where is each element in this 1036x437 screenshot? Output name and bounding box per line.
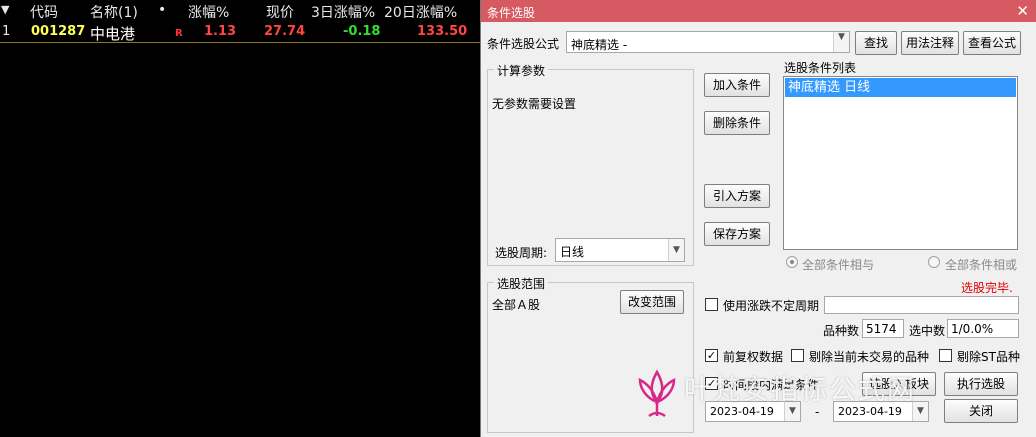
radio-or[interactable] <box>928 256 940 268</box>
radio-or-label: 全部条件相或 <box>945 258 1018 272</box>
change-range-button[interactable]: 改变范围 <box>620 290 684 314</box>
chevron-down-icon[interactable]: ▼ <box>668 239 684 261</box>
execute-button[interactable]: 执行选股 <box>944 372 1018 396</box>
status-text: 选股完毕. <box>961 281 1013 295</box>
range-group: 选股范围 全部Ａ股 改变范围 <box>487 275 694 433</box>
close-icon[interactable]: ✕ <box>1016 2 1029 20</box>
row-tag: R <box>175 28 183 39</box>
cycle-field[interactable] <box>824 296 1019 314</box>
params-group-title: 计算参数 <box>494 62 549 79</box>
range-group-title: 选股范围 <box>494 275 549 292</box>
row-divider <box>0 42 480 43</box>
header-change-3d[interactable]: 3日涨幅% <box>311 2 375 22</box>
selected-label: 选中数 <box>909 324 946 338</box>
find-button[interactable]: 查找 <box>855 31 897 55</box>
date-to-picker[interactable]: 2023-04-19 ▼ <box>833 401 929 422</box>
dialog-title: 条件选股 <box>487 6 536 20</box>
use-cycle-checkbox[interactable] <box>705 298 718 311</box>
range-value: 全部Ａ股 <box>492 298 541 312</box>
period-value: 日线 <box>560 245 585 259</box>
row-name: 中电港 <box>90 25 136 43</box>
to-block-button[interactable]: 选股入板块 <box>862 372 936 396</box>
date-from-value: 2023-04-19 <box>710 405 774 418</box>
row-code: 001287 <box>31 24 86 39</box>
chevron-down-icon[interactable]: ▼ <box>784 402 800 421</box>
header-price[interactable]: 现价 <box>266 2 294 22</box>
row-price: 27.74 <box>264 24 306 39</box>
view-formula-button[interactable]: 查看公式 <box>963 31 1021 55</box>
exclude-untraded-checkbox[interactable] <box>791 349 804 362</box>
time-range-checkbox[interactable]: ✓ <box>705 377 718 390</box>
use-cycle-label: 使用涨跌不定周期 <box>723 299 820 313</box>
formula-select[interactable]: 神底精选 - ▼ <box>566 31 850 53</box>
date-separator: - <box>815 405 820 419</box>
stock-grid: ▼ 代码 名称(1) • 涨幅% 现价 3日涨幅% 20日涨幅% 1 00128… <box>0 0 480 437</box>
header-dot: • <box>158 2 167 18</box>
chevron-down-icon[interactable]: ▼ <box>833 32 849 52</box>
list-item[interactable]: 神底精选 日线 <box>785 78 1016 97</box>
import-plan-button[interactable]: 引入方案 <box>704 184 770 208</box>
dialog-titlebar[interactable]: 条件选股 ✕ <box>481 0 1036 22</box>
usage-button[interactable]: 用法注释 <box>901 31 959 55</box>
header-change-pct[interactable]: 涨幅% <box>188 2 229 22</box>
date-from-picker[interactable]: 2023-04-19 ▼ <box>705 401 801 422</box>
condition-list[interactable]: 神底精选 日线 <box>783 76 1018 250</box>
exclude-st-label: 剔除ST品种 <box>957 350 1020 364</box>
count-value: 5174 <box>862 319 904 338</box>
close-button[interactable]: 关闭 <box>944 399 1018 423</box>
exclude-untraded-label: 剔除当前未交易的品种 <box>809 350 930 364</box>
time-range-label: 时间段内满足条件 <box>723 378 820 392</box>
row-change-20d: 133.50 <box>417 24 468 39</box>
table-row[interactable]: 1 001287 中电港 R 1.13 27.74 -0.18 133.50 <box>0 22 480 43</box>
chevron-down-icon[interactable]: ▼ <box>912 402 928 421</box>
formula-label: 条件选股公式 <box>487 37 560 51</box>
fq-label: 前复权数据 <box>723 350 784 364</box>
row-change-3d: -0.18 <box>343 24 381 39</box>
save-plan-button[interactable]: 保存方案 <box>704 222 770 246</box>
exclude-st-checkbox[interactable] <box>939 349 952 362</box>
sort-marker-icon[interactable]: ▼ <box>1 3 9 16</box>
stock-screener-dialog: 条件选股 ✕ 条件选股公式 神底精选 - ▼ 查找 用法注释 查看公式 计算参数… <box>480 0 1036 437</box>
selected-value: 1/0.0% <box>947 319 1019 338</box>
row-change-pct: 1.13 <box>204 24 237 39</box>
radio-and-label: 全部条件相与 <box>802 258 875 272</box>
params-group: 计算参数 无参数需要设置 选股周期: 日线 ▼ <box>487 62 694 266</box>
count-label: 品种数 <box>823 324 860 338</box>
condition-list-title: 选股条件列表 <box>784 61 857 75</box>
header-name[interactable]: 名称(1) <box>90 2 138 22</box>
formula-value: 神底精选 - <box>571 38 628 52</box>
add-condition-button[interactable]: 加入条件 <box>704 73 770 97</box>
period-select[interactable]: 日线 ▼ <box>555 238 685 262</box>
header-code[interactable]: 代码 <box>30 2 58 22</box>
period-label: 选股周期: <box>495 246 548 260</box>
row-index: 1 <box>2 24 11 39</box>
delete-condition-button[interactable]: 删除条件 <box>704 111 770 135</box>
fq-checkbox[interactable]: ✓ <box>705 349 718 362</box>
date-to-value: 2023-04-19 <box>838 405 902 418</box>
header-change-20d[interactable]: 20日涨幅% <box>384 2 457 22</box>
grid-header: ▼ 代码 名称(1) • 涨幅% 现价 3日涨幅% 20日涨幅% <box>0 0 480 22</box>
params-text: 无参数需要设置 <box>492 97 577 111</box>
radio-and[interactable] <box>786 256 798 268</box>
